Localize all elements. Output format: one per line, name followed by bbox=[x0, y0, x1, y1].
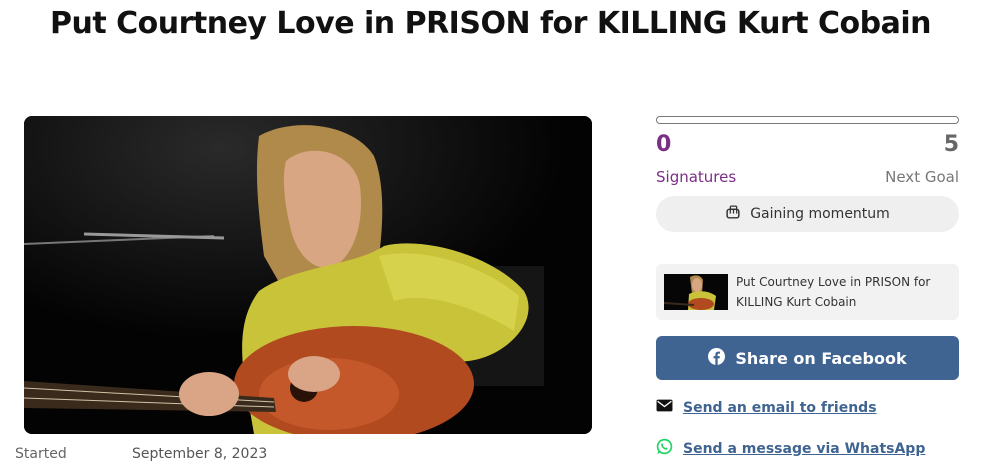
facebook-icon bbox=[708, 347, 726, 369]
petition-photo bbox=[24, 116, 592, 434]
preview-title: Put Courtney Love in PRISON for KILLING … bbox=[736, 275, 931, 309]
started-date: September 8, 2023 bbox=[132, 446, 268, 462]
fist-icon bbox=[725, 204, 742, 225]
signature-progress-bar bbox=[656, 116, 959, 124]
page-title: Put Courtney Love in PRISON for KILLING … bbox=[49, 6, 932, 41]
envelope-icon bbox=[656, 397, 673, 418]
signatures-label: Signatures bbox=[656, 168, 737, 186]
momentum-label: Gaining momentum bbox=[750, 206, 890, 222]
whatsapp-icon bbox=[656, 438, 673, 459]
next-goal-label: Next Goal bbox=[885, 168, 959, 186]
petition-preview-card[interactable]: Put Courtney Love in PRISON for KILLING … bbox=[656, 264, 959, 320]
send-email-link[interactable]: Send an email to friends bbox=[656, 397, 877, 418]
signature-count: 0 bbox=[656, 132, 672, 157]
preview-thumbnail bbox=[664, 274, 728, 310]
send-email-label: Send an email to friends bbox=[683, 399, 877, 416]
started-label: Started bbox=[15, 446, 67, 462]
share-facebook-button[interactable]: Share on Facebook bbox=[656, 336, 959, 380]
share-facebook-label: Share on Facebook bbox=[735, 348, 907, 368]
send-whatsapp-label: Send a message via WhatsApp bbox=[683, 440, 926, 457]
next-goal-count: 5 bbox=[943, 132, 959, 157]
momentum-badge: Gaining momentum bbox=[656, 196, 959, 232]
send-whatsapp-link[interactable]: Send a message via WhatsApp bbox=[656, 438, 925, 459]
